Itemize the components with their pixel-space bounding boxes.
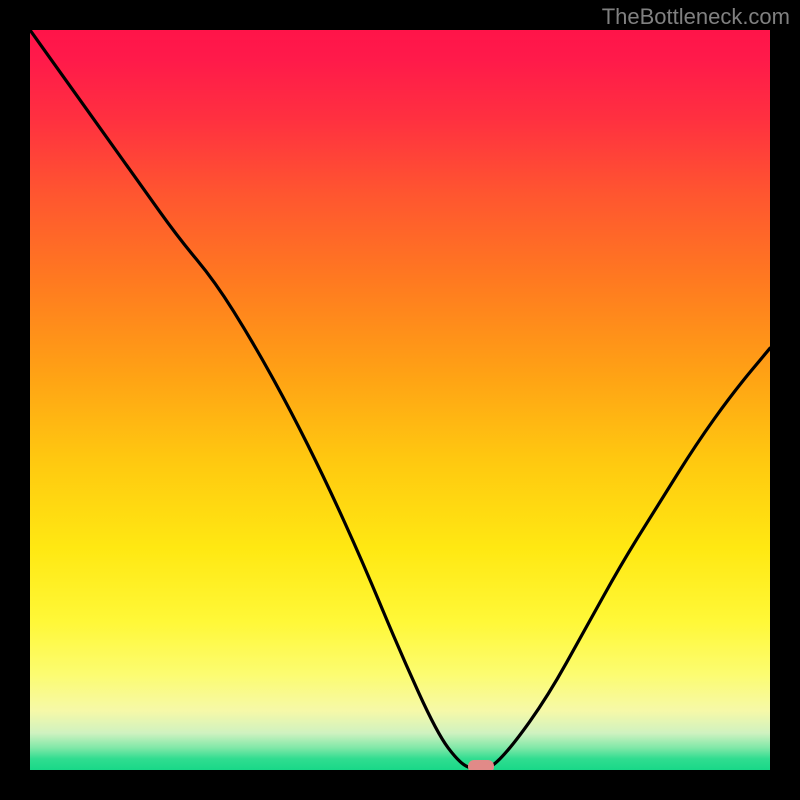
attribution-text: TheBottleneck.com <box>602 4 790 30</box>
bottleneck-curve <box>30 30 770 770</box>
chart-frame <box>30 30 770 770</box>
optimal-marker <box>468 760 494 770</box>
